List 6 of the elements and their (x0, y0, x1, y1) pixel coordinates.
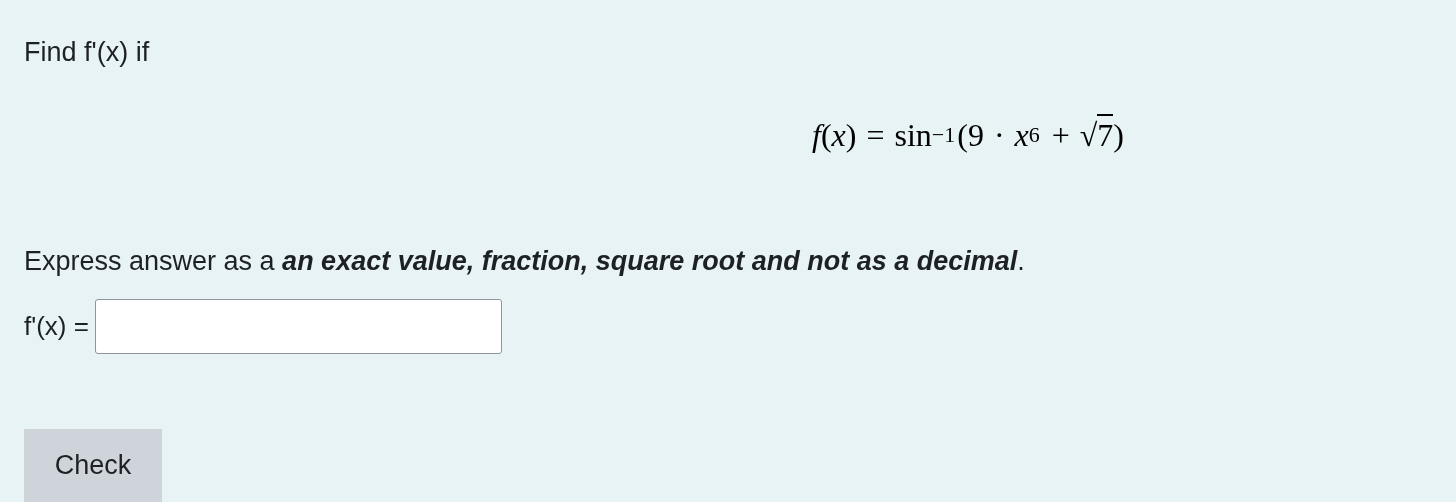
instruction-text: Express answer as a an exact value, fraction, square root and not as a decimal. (24, 244, 1025, 278)
check-button[interactable]: Check (24, 429, 162, 502)
formula: f(x) = sin$^{−1}$(9 · x$^{6}$ + √7) (812, 110, 1124, 159)
answer-field[interactable] (94, 299, 502, 354)
answer-label: f'(x) = (24, 310, 89, 343)
prompt-text: Find f'(x) if (24, 36, 150, 69)
